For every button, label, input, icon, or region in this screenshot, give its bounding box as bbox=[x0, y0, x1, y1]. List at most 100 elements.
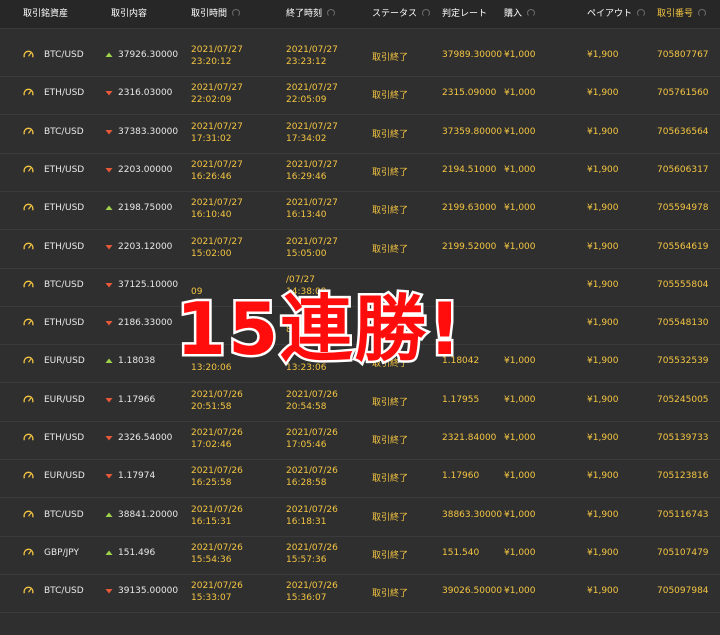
start-date: 2021/07/27 bbox=[191, 121, 243, 132]
table-row: ETH/USD 2326.54000 2021/07/26 17:02:46 2021/… bbox=[0, 421, 720, 460]
payout-amount: ¥1,900 bbox=[587, 241, 619, 252]
end-time: 16:28:58 bbox=[286, 478, 327, 489]
end-date: 2021/07/27 bbox=[286, 83, 338, 94]
header-rate-label: 判定レート bbox=[442, 9, 488, 19]
judge-rate: 2321.84000 bbox=[442, 433, 497, 443]
end-date: 2021/07/27 bbox=[286, 159, 338, 170]
table-row: ETH/USD 2203.00000 2021/07/27 16:26:46 2021/… bbox=[0, 153, 720, 192]
table-row: GBP/JPY 151.496 2021/07/26 15:54:36 2021/07/… bbox=[0, 536, 720, 575]
payout-amount: ¥1,900 bbox=[587, 509, 619, 520]
header-start-time[interactable]: 取引時間 bbox=[191, 0, 241, 28]
end-time: 15:05:00 bbox=[286, 248, 327, 259]
payout-amount: ¥1,900 bbox=[587, 471, 619, 482]
trade-id: 705636564 bbox=[657, 126, 709, 137]
entry-rate: 37383.30000 bbox=[118, 126, 179, 137]
status-badge: 取引終了 bbox=[372, 167, 409, 178]
arrow-down-icon bbox=[105, 397, 113, 403]
entry-rate: 1.18038 bbox=[118, 356, 156, 367]
purchase-amount: ¥1,000 bbox=[504, 547, 536, 558]
gauge-icon bbox=[23, 318, 34, 326]
start-time: 15:33:07 bbox=[191, 593, 232, 604]
table-row: BTC/USD 37383.30000 2021/07/27 17:31:02 2021… bbox=[0, 115, 720, 154]
judge-rate: 39026.50000 bbox=[442, 586, 503, 597]
sort-icon[interactable] bbox=[326, 8, 336, 19]
judge-rate: 2199.52000 bbox=[442, 241, 497, 252]
arrow-up-icon bbox=[105, 358, 113, 364]
gauge-icon bbox=[23, 280, 34, 288]
sort-icon[interactable] bbox=[231, 8, 241, 19]
status-badge: 取引終了 bbox=[372, 474, 409, 485]
sort-icon[interactable] bbox=[697, 8, 707, 19]
trade-id: 705097984 bbox=[657, 586, 709, 597]
end-date: 2021/07/27 bbox=[286, 121, 338, 132]
gauge-icon bbox=[23, 242, 34, 249]
header-payout-label: ペイアウト bbox=[587, 9, 633, 19]
header-payout[interactable]: ペイアウト bbox=[587, 0, 646, 28]
purchase-amount: ¥1,000 bbox=[504, 203, 536, 214]
end-time: 16:13:40 bbox=[286, 210, 327, 221]
end-date: 2021/07/27 bbox=[286, 236, 338, 247]
start-time: 17:31:02 bbox=[191, 133, 232, 144]
entry-rate: 2186.33000 bbox=[118, 318, 173, 329]
end-time: 16:18:31 bbox=[286, 516, 327, 527]
start-time: 22:02:09 bbox=[191, 95, 232, 106]
gauge-icon bbox=[23, 586, 34, 594]
status-badge: 取引終了 bbox=[372, 206, 409, 217]
header-status[interactable]: ステータス bbox=[372, 0, 431, 28]
arrow-up-icon bbox=[105, 550, 113, 555]
payout-amount: ¥1,900 bbox=[587, 50, 619, 60]
table-row: BTC/USD 37926.30000 2021/07/27 23:20:12 2021… bbox=[0, 38, 720, 77]
judge-rate: 151.540 bbox=[442, 547, 480, 558]
asset-name: EUR/USD bbox=[44, 356, 85, 367]
arrow-down-icon bbox=[105, 282, 113, 288]
payout-amount: ¥1,900 bbox=[587, 164, 619, 175]
purchase-amount: ¥1,000 bbox=[504, 433, 536, 443]
trade-id: 705139733 bbox=[657, 433, 709, 443]
entry-rate: 1.17966 bbox=[118, 394, 156, 405]
payout-amount: ¥1,900 bbox=[587, 279, 619, 290]
status-badge: 取引終了 bbox=[372, 436, 409, 446]
header-purchase[interactable]: 購入 bbox=[504, 0, 536, 28]
trade-id: 705532539 bbox=[657, 356, 709, 367]
purchase-amount: ¥1,000 bbox=[504, 241, 536, 252]
asset-name: GBP/JPY bbox=[44, 547, 79, 558]
header-rate[interactable]: 判定レート bbox=[442, 0, 487, 28]
judge-rate: 2199.63000 bbox=[442, 203, 497, 214]
arrow-down-icon bbox=[105, 167, 113, 173]
purchase-amount: ¥1,000 bbox=[504, 126, 536, 137]
header-trade-id[interactable]: 取引番号 bbox=[657, 0, 707, 28]
header-trade[interactable]: 取引内容 bbox=[111, 0, 147, 28]
header-end-time[interactable]: 終了時刻 bbox=[286, 0, 336, 28]
arrow-down-icon bbox=[105, 589, 113, 594]
trade-id: 705594978 bbox=[657, 203, 709, 214]
start-date: 2021/07/26 bbox=[191, 466, 243, 477]
end-date: 2021/07/26 bbox=[286, 428, 338, 438]
header-end-time-label: 終了時刻 bbox=[286, 9, 323, 19]
header-asset[interactable]: 取引銘資産 bbox=[23, 0, 68, 28]
status-badge: 取引終了 bbox=[372, 129, 409, 140]
sort-icon[interactable] bbox=[636, 8, 646, 19]
judge-rate: 2194.51000 bbox=[442, 164, 497, 175]
arrow-down-icon bbox=[105, 91, 113, 96]
end-date: 2021/07/26 bbox=[286, 542, 338, 553]
entry-rate: 2198.75000 bbox=[118, 203, 173, 214]
asset-name: ETH/USD bbox=[44, 88, 85, 99]
gauge-icon bbox=[23, 127, 34, 135]
start-time: 16:10:40 bbox=[191, 210, 232, 221]
trade-id: 705564619 bbox=[657, 241, 709, 252]
payout-amount: ¥1,900 bbox=[587, 356, 619, 367]
sort-icon[interactable] bbox=[421, 8, 431, 19]
header-start-time-label: 取引時間 bbox=[191, 9, 228, 19]
sort-icon[interactable] bbox=[526, 8, 536, 19]
start-time: 16:26:46 bbox=[191, 171, 232, 182]
start-date: 2021/07/27 bbox=[191, 45, 243, 55]
status-badge: 取引終了 bbox=[372, 512, 409, 523]
payout-amount: ¥1,900 bbox=[587, 547, 619, 558]
asset-name: ETH/USD bbox=[44, 203, 85, 214]
status-badge: 取引終了 bbox=[372, 91, 409, 102]
asset-name: BTC/USD bbox=[44, 50, 84, 60]
table-header: 取引銘資産 取引内容 取引時間 終了時刻 ステータス 判定レート 購入 ペイアウト 取引番号 bbox=[0, 0, 720, 29]
trade-id: 705606317 bbox=[657, 164, 709, 175]
header-purchase-label: 購入 bbox=[504, 9, 523, 19]
end-time: 20:54:58 bbox=[286, 401, 327, 412]
